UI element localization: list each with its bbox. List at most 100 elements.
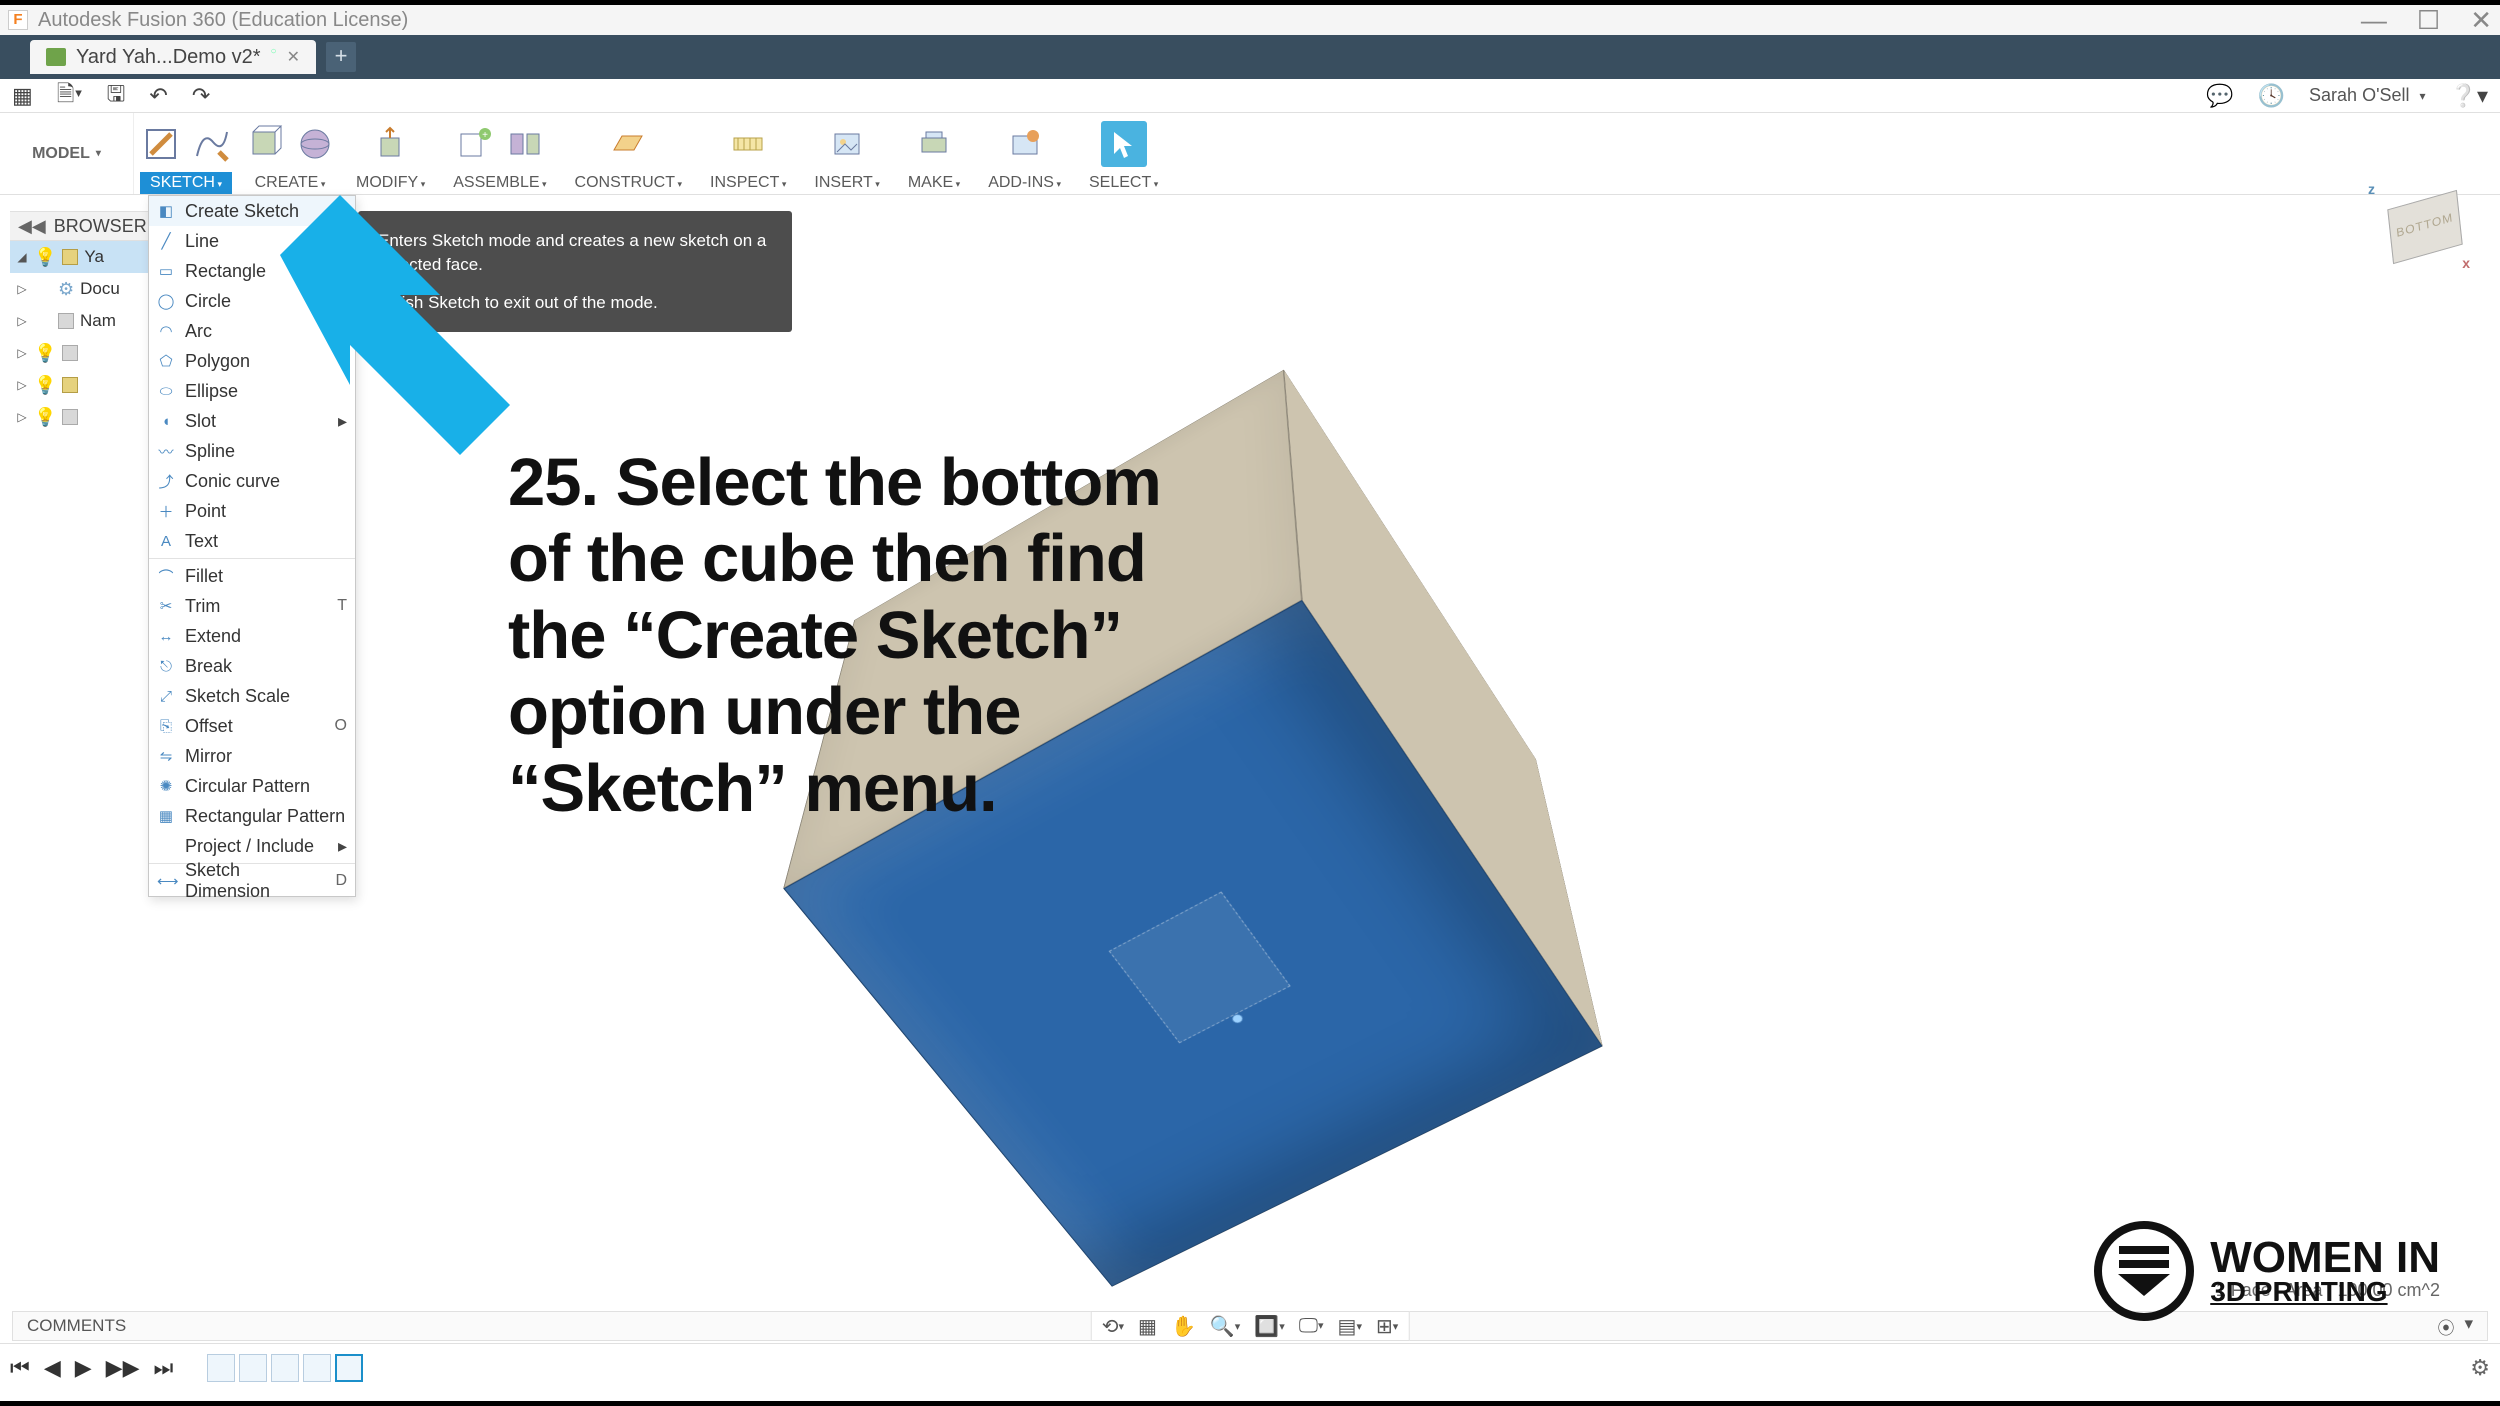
history-item-4[interactable] xyxy=(303,1354,331,1382)
press-pull-icon[interactable] xyxy=(368,121,414,167)
tree-row[interactable]: ◢💡Ya xyxy=(10,241,154,273)
sphere-icon[interactable] xyxy=(292,121,338,167)
orbit-icon[interactable]: ⟲▾ xyxy=(1102,1314,1124,1339)
zoom-window-icon[interactable]: 🔲▾ xyxy=(1254,1314,1284,1339)
browser-title: BROWSER xyxy=(54,216,147,237)
browser-tree[interactable]: ◢💡Ya▷⚙Docu▷Nam▷💡▷💡▷💡 xyxy=(10,241,154,433)
menu-item-point[interactable]: ＋Point xyxy=(149,496,355,526)
display-settings-icon[interactable]: 🖵▾ xyxy=(1299,1315,1324,1338)
ribbon-label-modify[interactable]: MODIFY xyxy=(346,172,435,194)
timeline-settings-icon[interactable]: ⚙ xyxy=(2470,1355,2490,1381)
user-menu[interactable]: Sarah O'Sell xyxy=(2309,85,2426,106)
menu-item-circular-pattern[interactable]: ✺Circular Pattern xyxy=(149,771,355,801)
watermark-icon xyxy=(2094,1221,2194,1321)
ribbon-group-select: SELECT xyxy=(1075,116,1172,194)
pan-icon[interactable]: ✋ xyxy=(1171,1314,1196,1339)
joint-icon[interactable] xyxy=(502,121,548,167)
select-icon[interactable] xyxy=(1101,121,1147,167)
svg-text:+: + xyxy=(482,130,488,141)
timeline-forward-icon[interactable]: ▶▶ xyxy=(106,1355,140,1381)
history-item-5[interactable] xyxy=(335,1354,363,1382)
viewcube-face[interactable]: BOTTOM xyxy=(2387,190,2462,264)
ribbon-group-addins: ADD-INS xyxy=(974,116,1075,194)
box-icon[interactable] xyxy=(242,121,288,167)
menu-item-mirror[interactable]: ⇋Mirror xyxy=(149,741,355,771)
close-tab-icon[interactable]: ✕ xyxy=(287,47,300,67)
timeline-play-icon[interactable]: ▶ xyxy=(75,1355,92,1381)
comments-toggle-icon[interactable]: ⦿ xyxy=(2437,1314,2454,1339)
minimize-button[interactable]: — xyxy=(2361,5,2387,36)
menu-item-text[interactable]: AText xyxy=(149,526,355,556)
menu-item-trim[interactable]: ✂TrimT xyxy=(149,591,355,621)
tree-row[interactable]: ▷Nam xyxy=(10,305,154,337)
tree-row[interactable]: ▷💡 xyxy=(10,401,154,433)
maximize-button[interactable]: ☐ xyxy=(2417,5,2440,36)
ribbon-label-assemble[interactable]: ASSEMBLE xyxy=(443,172,556,194)
timeline-back-icon[interactable]: ◀ xyxy=(44,1355,61,1381)
close-button[interactable]: ✕ xyxy=(2470,5,2492,36)
menu-item-project-include[interactable]: Project / Include▸ xyxy=(149,831,355,861)
history-item-3[interactable] xyxy=(271,1354,299,1382)
timeline-start-icon[interactable]: ⏮ xyxy=(10,1355,30,1381)
quick-access-toolbar: ▦ 🗎▾ 🖫 ↶ ↷ 💬 🕓 Sarah O'Sell ❔▾ xyxy=(0,79,2500,113)
ribbon-label-construct[interactable]: CONSTRUCT xyxy=(565,172,692,194)
collapse-icon[interactable]: ◀◀ xyxy=(18,216,46,237)
print-icon[interactable] xyxy=(911,121,957,167)
menu-item-sketch-scale[interactable]: ⤢Sketch Scale xyxy=(149,681,355,711)
title-bar: F Autodesk Fusion 360 (Education License… xyxy=(0,5,2500,35)
tree-row[interactable]: ▷💡 xyxy=(10,337,154,369)
viewports-icon[interactable]: ⊞▾ xyxy=(1376,1314,1398,1339)
extensions-icon[interactable]: 💬 xyxy=(2206,83,2233,109)
menu-item-extend[interactable]: ↔Extend xyxy=(149,621,355,651)
viewcube[interactable]: z BOTTOM x xyxy=(2360,181,2470,271)
history-item-2[interactable] xyxy=(239,1354,267,1382)
file-menu-icon[interactable]: 🗎▾ xyxy=(57,77,83,115)
workspace-selector[interactable]: MODEL xyxy=(0,113,134,194)
zoom-icon[interactable]: 🔍▾ xyxy=(1210,1314,1240,1339)
ribbon-label-sketch[interactable]: SKETCH xyxy=(140,172,232,194)
create-sketch-icon[interactable] xyxy=(138,121,184,167)
redo-icon[interactable]: ↷ xyxy=(192,83,210,109)
undo-icon[interactable]: ↶ xyxy=(149,83,167,109)
job-status-icon[interactable]: 🕓 xyxy=(2258,83,2285,109)
file-tab[interactable]: Yard Yah...Demo v2* ○ ✕ xyxy=(30,40,316,74)
data-panel-icon[interactable]: ▦ xyxy=(12,83,33,109)
ribbon-label-insert[interactable]: INSERT xyxy=(804,172,889,194)
menu-item-conic-curve[interactable]: ⤴Conic curve xyxy=(149,466,355,496)
ribbon-group-make: MAKE xyxy=(894,116,974,194)
history-item-1[interactable] xyxy=(207,1354,235,1382)
new-component-icon[interactable]: + xyxy=(452,121,498,167)
ribbon-label-addins[interactable]: ADD-INS xyxy=(978,172,1071,194)
menu-item-rectangular-pattern[interactable]: ▦Rectangular Pattern xyxy=(149,801,355,831)
grid-settings-icon[interactable]: ▤▾ xyxy=(1338,1314,1362,1339)
insert-icon[interactable] xyxy=(824,121,870,167)
help-icon[interactable]: ❔▾ xyxy=(2450,83,2488,109)
unsaved-indicator-icon: ○ xyxy=(271,46,277,57)
ribbon-label-inspect[interactable]: INSPECT xyxy=(700,172,796,194)
measure-icon[interactable] xyxy=(725,121,771,167)
timeline-history xyxy=(207,1354,363,1382)
menu-item-sketch-dimension[interactable]: ⟷Sketch DimensionD xyxy=(149,866,355,896)
tab-bar: Yard Yah...Demo v2* ○ ✕ + xyxy=(0,35,2500,79)
axis-x-icon: x xyxy=(2462,255,2470,271)
look-at-icon[interactable]: ▦ xyxy=(1138,1314,1157,1339)
plane-icon[interactable] xyxy=(605,121,651,167)
tree-row[interactable]: ▷⚙Docu xyxy=(10,273,154,305)
menu-item-fillet[interactable]: ⌒Fillet xyxy=(149,561,355,591)
ribbon-group-inspect: INSPECT xyxy=(696,116,800,194)
browser-header[interactable]: ◀◀ BROWSER xyxy=(10,211,154,241)
ribbon-label-select[interactable]: SELECT xyxy=(1079,172,1168,194)
addins-icon[interactable] xyxy=(1002,121,1048,167)
timeline-end-icon[interactable]: ⏭ xyxy=(154,1355,174,1381)
ribbon-label-make[interactable]: MAKE xyxy=(898,172,970,194)
navigation-toolbar: ⟲▾ ▦ ✋ 🔍▾ 🔲▾ 🖵▾ ▤▾ ⊞▾ xyxy=(1091,1311,1410,1341)
app-title: Autodesk Fusion 360 (Education License) xyxy=(38,9,408,32)
comments-collapse-icon[interactable]: ▾ xyxy=(2464,1314,2473,1339)
ribbon-label-create[interactable]: CREATE xyxy=(245,172,336,194)
line-icon[interactable] xyxy=(188,121,234,167)
menu-item-offset[interactable]: ⎘OffsetO xyxy=(149,711,355,741)
new-tab-button[interactable]: + xyxy=(326,42,356,72)
menu-item-break[interactable]: ⎋Break xyxy=(149,651,355,681)
save-icon[interactable]: 🖫 xyxy=(107,77,126,115)
tree-row[interactable]: ▷💡 xyxy=(10,369,154,401)
